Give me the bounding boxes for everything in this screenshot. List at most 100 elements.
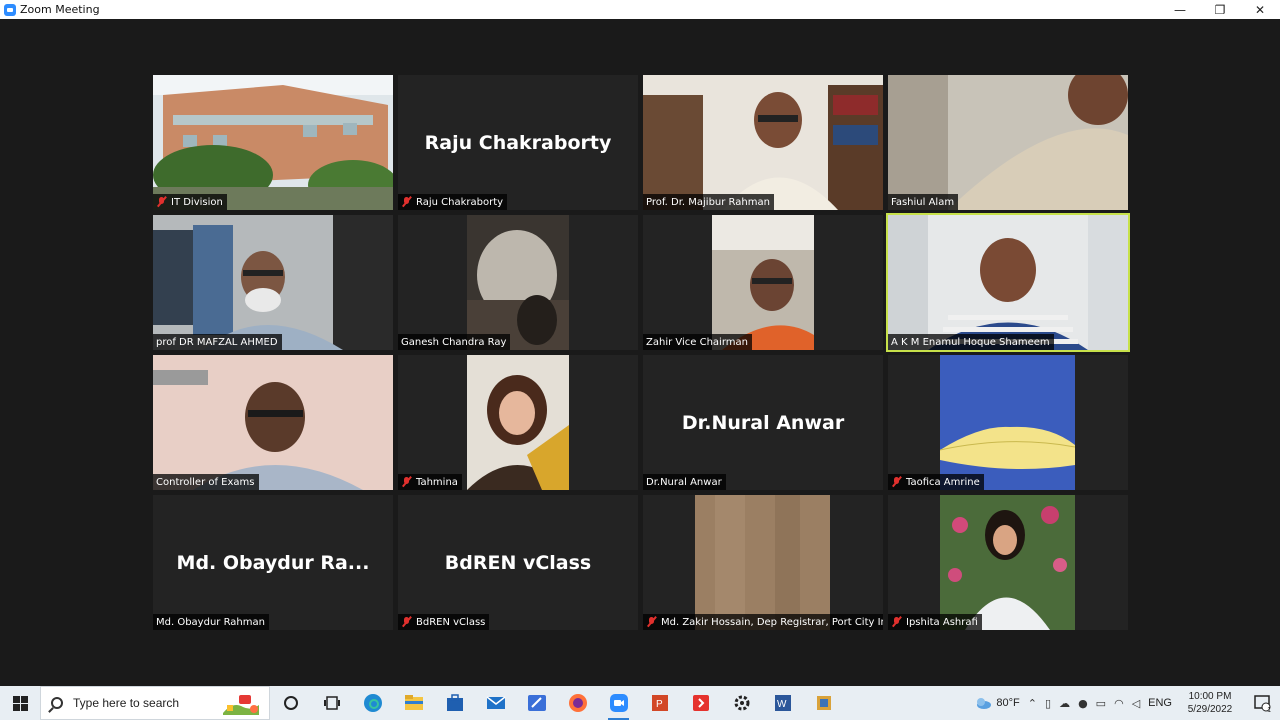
participant-display-name: Raju Chakraborty xyxy=(424,131,612,154)
participant-name-label: Prof. Dr. Majibur Rahman xyxy=(643,194,774,210)
participant-video xyxy=(467,355,569,490)
word-icon[interactable]: W xyxy=(762,686,803,720)
gallery-view: IT Division Raju Chakraborty Raju Chakra… xyxy=(0,19,1280,686)
participant-video xyxy=(940,495,1075,630)
participant-video xyxy=(888,215,1128,350)
participant-tile[interactable]: Zahir Vice Chairman xyxy=(643,215,883,350)
powerpoint-icon[interactable]: P xyxy=(639,686,680,720)
muted-mic-icon xyxy=(646,616,657,628)
battery-icon[interactable]: ▭ xyxy=(1096,697,1106,710)
participant-tile[interactable]: Md. Zakir Hossain, Dep Registrar, Port C… xyxy=(643,495,883,630)
onedrive-icon[interactable]: ☁ xyxy=(1059,697,1070,710)
file-explorer-icon[interactable] xyxy=(393,686,434,720)
clock-time: 10:00 PM xyxy=(1188,691,1232,702)
notification-center-button[interactable]: 1 xyxy=(1244,686,1280,720)
app-icon[interactable] xyxy=(803,686,844,720)
participant-name-label: Dr.Nural Anwar xyxy=(643,474,726,490)
show-hidden-icons-icon[interactable]: ⌃ xyxy=(1028,697,1037,710)
participant-tile[interactable]: Md. Obaydur Ra... Md. Obaydur Rahman xyxy=(153,495,393,630)
weather-temperature[interactable]: 80°F xyxy=(996,697,1019,709)
participant-name-label: Ipshita Ashrafi xyxy=(888,614,982,630)
participant-display-name: Md. Obaydur Ra... xyxy=(176,551,370,574)
title-bar: Zoom Meeting — ❐ ✕ xyxy=(0,0,1280,19)
participant-name-label: BdREN vClass xyxy=(398,614,490,630)
participant-name-label: Md. Zakir Hossain, Dep Registrar, Port C… xyxy=(643,614,883,630)
search-highlight-icon xyxy=(223,695,259,715)
participant-video xyxy=(467,215,569,350)
participant-name-label: Tahmina xyxy=(398,474,462,490)
participant-tile[interactable]: Controller of Exams xyxy=(153,355,393,490)
clock[interactable]: 10:00 PM 5/29/2022 xyxy=(1182,690,1238,716)
minimize-button[interactable]: — xyxy=(1160,0,1200,19)
participant-name-label: Fashiul Alam xyxy=(888,194,959,210)
participant-video xyxy=(940,355,1075,490)
participant-tile[interactable]: prof DR MAFZAL AHMED xyxy=(153,215,393,350)
whiteboard-icon[interactable] xyxy=(516,686,557,720)
participant-video xyxy=(712,215,814,350)
participant-name-label: Raju Chakraborty xyxy=(398,194,508,210)
participant-tile[interactable]: Raju Chakraborty Raju Chakraborty xyxy=(398,75,638,210)
windows-taskbar: Type here to search P W 80°F ⌃ ▯ ☁ ● ▭ ◠… xyxy=(0,686,1280,720)
participant-name-label: Taofica Amrine xyxy=(888,474,984,490)
participant-name-label: A K M Enamul Hoque Shameem xyxy=(888,334,1054,350)
firefox-icon[interactable] xyxy=(557,686,598,720)
participant-name-label: prof DR MAFZAL AHMED xyxy=(153,334,282,350)
participant-name-label: Ganesh Chandra Ray xyxy=(398,334,511,350)
participant-name-label: Controller of Exams xyxy=(153,474,259,490)
volume-icon[interactable]: ◁ xyxy=(1132,697,1140,710)
participant-video xyxy=(643,75,883,210)
participant-tile[interactable]: Fashiul Alam xyxy=(888,75,1128,210)
participant-video xyxy=(888,75,1128,210)
task-view-icon[interactable] xyxy=(311,686,352,720)
muted-mic-icon xyxy=(401,616,412,628)
participant-video xyxy=(695,495,830,630)
muted-mic-icon xyxy=(891,616,902,628)
language-indicator[interactable]: ENG xyxy=(1148,697,1172,709)
windows-logo-icon xyxy=(12,695,28,711)
window-title: Zoom Meeting xyxy=(20,3,100,16)
cortana-icon[interactable] xyxy=(270,686,311,720)
system-tray: 80°F ⌃ ▯ ☁ ● ▭ ◠ ◁ ENG 10:00 PM 5/29/202… xyxy=(974,686,1280,720)
muted-mic-icon xyxy=(401,476,412,488)
microphone-icon[interactable]: ● xyxy=(1078,697,1088,710)
participant-tile[interactable]: Dr.Nural Anwar Dr.Nural Anwar xyxy=(643,355,883,490)
zoom-logo-icon xyxy=(4,3,16,16)
weather-icon xyxy=(977,698,992,709)
start-button[interactable] xyxy=(0,686,40,720)
edge-icon[interactable] xyxy=(352,686,393,720)
device-icon[interactable]: ▯ xyxy=(1045,697,1051,710)
participant-display-name: Dr.Nural Anwar xyxy=(681,411,845,434)
participant-tile[interactable]: BdREN vClass BdREN vClass xyxy=(398,495,638,630)
zoom-icon[interactable] xyxy=(598,686,639,720)
muted-mic-icon xyxy=(891,476,902,488)
participant-tile[interactable]: Taofica Amrine xyxy=(888,355,1128,490)
participant-tile[interactable]: Ipshita Ashrafi xyxy=(888,495,1128,630)
participant-name-label: Zahir Vice Chairman xyxy=(643,334,752,350)
clock-date: 5/29/2022 xyxy=(1187,704,1233,715)
close-button[interactable]: ✕ xyxy=(1240,0,1280,19)
participant-video xyxy=(153,75,393,210)
participant-tile[interactable]: Ganesh Chandra Ray xyxy=(398,215,638,350)
store-icon[interactable] xyxy=(434,686,475,720)
taskbar-search-box[interactable]: Type here to search xyxy=(40,686,270,720)
muted-mic-icon xyxy=(156,196,167,208)
svg-text:P: P xyxy=(656,699,663,710)
anydesk-icon[interactable] xyxy=(680,686,721,720)
participant-tile[interactable]: Prof. Dr. Majibur Rahman xyxy=(643,75,883,210)
participant-name-label: IT Division xyxy=(153,194,227,210)
maximize-button[interactable]: ❐ xyxy=(1200,0,1240,19)
notification-count: 1 xyxy=(1267,707,1271,714)
participant-video xyxy=(153,215,393,350)
svg-text:W: W xyxy=(777,699,787,710)
muted-mic-icon xyxy=(401,196,412,208)
mail-icon[interactable] xyxy=(475,686,516,720)
wifi-icon[interactable]: ◠ xyxy=(1114,697,1124,710)
participant-tile[interactable]: IT Division xyxy=(153,75,393,210)
participant-video xyxy=(153,355,393,490)
search-icon xyxy=(51,697,63,709)
participant-tile-active-speaker[interactable]: A K M Enamul Hoque Shameem xyxy=(886,213,1130,352)
participant-display-name: BdREN vClass xyxy=(444,551,592,574)
participant-tile[interactable]: Tahmina xyxy=(398,355,638,490)
participant-name-label: Md. Obaydur Rahman xyxy=(153,614,269,630)
settings-icon[interactable] xyxy=(721,686,762,720)
